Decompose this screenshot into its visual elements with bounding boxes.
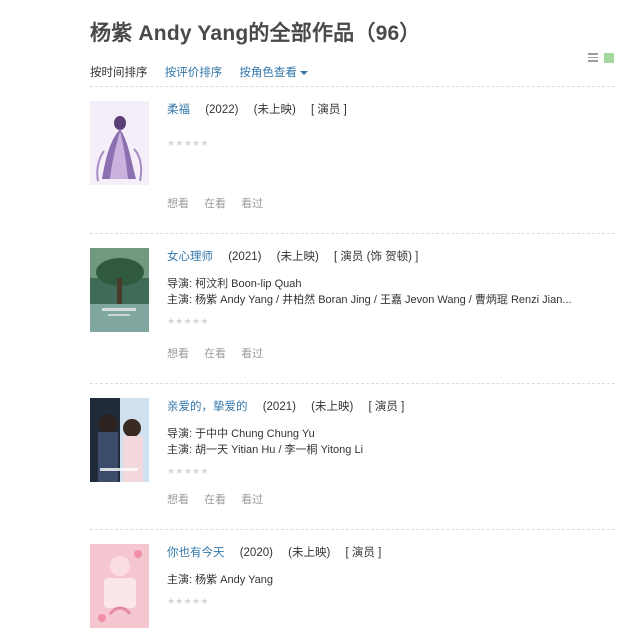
- divider: [90, 233, 615, 234]
- work-title-link[interactable]: 亲爱的，挚爱的: [167, 401, 248, 413]
- rating-stars: ★★★★★: [167, 466, 209, 476]
- work-cast: 主演: 杨紫 Andy Yang: [167, 574, 273, 586]
- work-year: (2021): [262, 401, 296, 413]
- work-meta-row: 柔福 (2022) (未上映) [ 演员 ]: [167, 101, 347, 117]
- work-role: [ 演员 ]: [345, 547, 382, 559]
- page: 杨紫 Andy Yang的全部作品（96） 按时间排序 按评价排序 按角色查看 …: [0, 0, 640, 635]
- poster-image-female-psychologist[interactable]: [90, 248, 149, 332]
- divider: [90, 383, 615, 384]
- work-cast: 主演: 杨紫 Andy Yang / 井柏然 Boran Jing / 王嘉 J…: [167, 294, 572, 306]
- caret-down-icon: [299, 70, 308, 75]
- rating-stars: ★★★★★: [167, 138, 209, 148]
- poster-image-roufu[interactable]: [90, 101, 149, 185]
- sort-bar: 按时间排序 按评价排序 按角色查看: [90, 64, 322, 80]
- action-row: 想看 在看 看过: [167, 491, 275, 507]
- sort-by-rating[interactable]: 按评价排序: [165, 64, 223, 80]
- list-view-icon[interactable]: [588, 53, 598, 62]
- rating-stars: ★★★★★: [167, 596, 209, 606]
- work-role: [ 演员 ]: [311, 104, 347, 116]
- work-status: (未上映): [276, 251, 319, 263]
- divider: [90, 529, 615, 530]
- work-director: 导演: 柯汶利 Boon-lip Quah: [167, 278, 302, 290]
- watched-button[interactable]: 看过: [241, 494, 263, 506]
- grid-view-icon[interactable]: [604, 53, 614, 63]
- work-director: 导演: 于中中 Chung Chung Yu: [167, 428, 315, 440]
- watched-button[interactable]: 看过: [241, 348, 263, 360]
- page-title: 杨紫 Andy Yang的全部作品（96）: [90, 22, 421, 45]
- watched-button[interactable]: 看过: [241, 198, 263, 210]
- work-status: (未上映): [253, 104, 296, 116]
- want-to-watch-button[interactable]: 想看: [167, 348, 189, 360]
- work-status: (未上映): [288, 547, 331, 559]
- watching-button[interactable]: 在看: [204, 198, 226, 210]
- divider: [90, 86, 615, 87]
- action-row: 想看 在看 看过: [167, 195, 275, 211]
- watching-button[interactable]: 在看: [204, 348, 226, 360]
- work-role: [ 演员 ]: [368, 401, 405, 413]
- rating-stars: ★★★★★: [167, 316, 209, 326]
- poster-image-dearest[interactable]: [90, 398, 149, 482]
- work-meta-row: 亲爱的，挚爱的 (2021) (未上映) [ 演员 ]: [167, 398, 404, 414]
- work-meta-row: 你也有今天 (2020) (未上映) [ 演员 ]: [167, 544, 381, 560]
- work-role: [ 演员 (饰 贺顿) ]: [334, 251, 419, 263]
- work-title-link[interactable]: 柔福: [167, 104, 190, 116]
- work-year: (2022): [205, 104, 239, 116]
- view-by-role-dropdown[interactable]: 按角色查看: [239, 64, 308, 80]
- view-by-role-label: 按角色查看: [239, 67, 297, 79]
- work-status: (未上映): [311, 401, 354, 413]
- work-year: (2021): [228, 251, 262, 263]
- work-title-link[interactable]: 你也有今天: [167, 547, 225, 559]
- want-to-watch-button[interactable]: 想看: [167, 198, 189, 210]
- action-row: 想看 在看 看过: [167, 345, 275, 361]
- work-cast: 主演: 胡一天 Yitian Hu / 李一桐 Yitong Li: [167, 444, 364, 456]
- watching-button[interactable]: 在看: [204, 494, 226, 506]
- work-year: (2020): [239, 547, 273, 559]
- work-meta-row: 女心理师 (2021) (未上映) [ 演员 (饰 贺顿) ]: [167, 248, 418, 264]
- poster-image-you-too-today[interactable]: [90, 544, 149, 628]
- sort-by-time[interactable]: 按时间排序: [90, 64, 148, 80]
- work-title-link[interactable]: 女心理师: [167, 251, 213, 263]
- want-to-watch-button[interactable]: 想看: [167, 494, 189, 506]
